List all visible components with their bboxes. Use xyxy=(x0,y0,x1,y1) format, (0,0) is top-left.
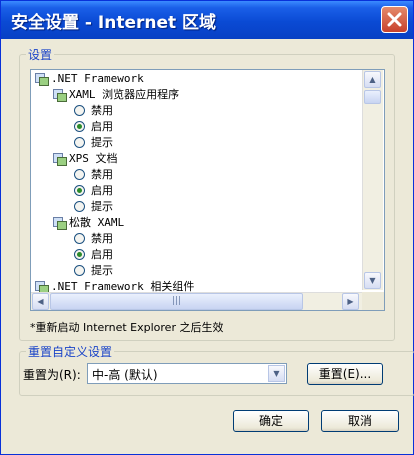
radio-xaml-disable[interactable]: 禁用 xyxy=(74,103,113,119)
chevron-down-icon[interactable]: ▼ xyxy=(268,365,285,382)
vertical-scrollbar[interactable]: ▲ ▼ xyxy=(362,70,383,290)
radio-label: 禁用 xyxy=(91,168,113,181)
radio-xps-prompt[interactable]: 提示 xyxy=(74,199,113,215)
scrollbar-corner xyxy=(362,292,384,310)
settings-group-label: 设置 xyxy=(26,46,55,63)
settings-folder-icon xyxy=(35,279,49,294)
tree-item-label: XPS 文档 xyxy=(69,152,118,165)
reset-to-label: 重置为(R): xyxy=(23,368,81,382)
radio-label: 提示 xyxy=(91,264,113,277)
radio-button[interactable] xyxy=(74,185,85,196)
cancel-button[interactable]: 取消 xyxy=(321,410,399,432)
title-bar[interactable]: 安全设置 - Internet 区域 xyxy=(1,1,413,39)
tree-item-label: 松散 XAML xyxy=(69,216,125,229)
tree-item-xaml-browser-apps[interactable]: XAML 浏览器应用程序 xyxy=(53,87,179,103)
settings-tree[interactable]: .NET Framework XAML 浏览器应用程序 禁用 启用 提示 XPS… xyxy=(30,69,385,311)
horizontal-scroll-thumb[interactable]: ||| xyxy=(50,293,303,310)
ok-button[interactable]: 确定 xyxy=(233,410,309,432)
radio-label: 启用 xyxy=(91,184,113,197)
reset-group-label: 重置自定义设置 xyxy=(26,343,115,360)
security-level-select[interactable]: 中-高 (默认) ▼ xyxy=(87,363,287,384)
scroll-right-button[interactable]: ▶ xyxy=(342,293,359,310)
radio-label: 禁用 xyxy=(91,232,113,245)
radio-label: 禁用 xyxy=(91,104,113,117)
vertical-scroll-thumb[interactable] xyxy=(364,90,381,104)
close-button[interactable] xyxy=(381,6,408,33)
radio-button[interactable] xyxy=(74,137,85,148)
radio-xps-disable[interactable]: 禁用 xyxy=(74,167,113,183)
radio-button[interactable] xyxy=(74,105,85,116)
settings-folder-icon xyxy=(53,151,67,166)
window-title: 安全设置 - Internet 区域 xyxy=(11,13,217,33)
settings-folder-icon xyxy=(53,87,67,102)
radio-button[interactable] xyxy=(74,233,85,244)
tree-item-loose-xaml[interactable]: 松散 XAML xyxy=(53,215,124,231)
radio-loose-disable[interactable]: 禁用 xyxy=(74,231,113,247)
radio-label: 提示 xyxy=(91,200,113,213)
radio-xaml-enable[interactable]: 启用 xyxy=(74,119,113,135)
radio-button[interactable] xyxy=(74,169,85,180)
radio-xaml-prompt[interactable]: 提示 xyxy=(74,135,113,151)
reset-button[interactable]: 重置(E)... xyxy=(307,363,383,385)
tree-item-label: .NET Framework xyxy=(51,72,144,85)
settings-folder-icon xyxy=(53,215,67,230)
security-settings-window: 安全设置 - Internet 区域 设置 .NET Framework XAM… xyxy=(0,0,414,455)
scroll-down-button[interactable]: ▼ xyxy=(364,272,381,289)
radio-loose-prompt[interactable]: 提示 xyxy=(74,263,113,279)
radio-label: 启用 xyxy=(91,248,113,261)
radio-button[interactable] xyxy=(74,201,85,212)
radio-loose-enable[interactable]: 启用 xyxy=(74,247,113,263)
tree-item-xps-documents[interactable]: XPS 文档 xyxy=(53,151,118,167)
scroll-up-button[interactable]: ▲ xyxy=(364,71,381,88)
radio-button[interactable] xyxy=(74,121,85,132)
close-icon xyxy=(387,12,402,27)
tree-item-net-framework[interactable]: .NET Framework xyxy=(35,71,144,87)
radio-label: 提示 xyxy=(91,136,113,149)
radio-xps-enable[interactable]: 启用 xyxy=(74,183,113,199)
security-level-value: 中-高 (默认) xyxy=(92,368,158,382)
radio-button[interactable] xyxy=(74,249,85,260)
tree-item-label: XAML 浏览器应用程序 xyxy=(69,88,180,101)
restart-note: *重新启动 Internet Explorer 之后生效 xyxy=(30,321,224,334)
settings-folder-icon xyxy=(35,71,49,86)
radio-button[interactable] xyxy=(74,265,85,276)
radio-label: 启用 xyxy=(91,120,113,133)
horizontal-scrollbar[interactable]: ◀ ||| ▶ xyxy=(31,292,362,310)
scroll-left-button[interactable]: ◀ xyxy=(32,293,49,310)
